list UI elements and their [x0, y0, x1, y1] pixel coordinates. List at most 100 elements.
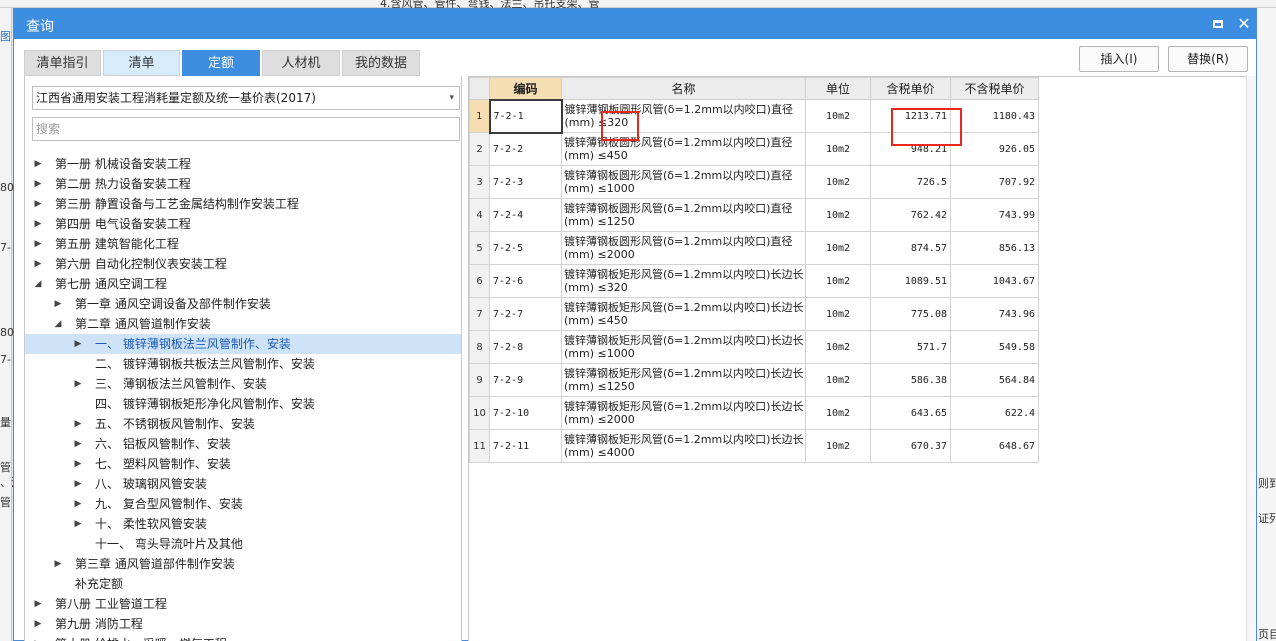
tree-item[interactable]: ▶ 一、 镀锌薄钢板法兰风管制作、安装	[25, 334, 461, 354]
table-row[interactable]: 6 7-2-6 镀锌薄钢板矩形风管(δ=1.2mm以内咬口)长边长(mm) ≤320…	[469, 264, 1039, 298]
tree-item[interactable]: ◢ 第二章 通风管道制作安装	[25, 314, 461, 334]
caret-right-icon[interactable]: ▶	[73, 414, 83, 434]
caret-right-icon[interactable]: ▶	[73, 434, 83, 454]
cell-code[interactable]: 7-2-9	[489, 363, 562, 397]
cell-unit[interactable]: 10m2	[805, 429, 871, 463]
cell-name[interactable]: 镀锌薄钢板矩形风管(δ=1.2mm以内咬口)长边长(mm) ≤2000	[561, 396, 806, 430]
cell-code[interactable]: 7-2-5	[489, 231, 562, 265]
tree-item[interactable]: ▶ 第一章 通风空调设备及部件制作安装	[25, 294, 461, 314]
cell-code[interactable]: 7-2-8	[489, 330, 562, 364]
column-header-tax-price[interactable]: 含税单价	[870, 77, 951, 100]
tab-my-data[interactable]: 我的数据	[342, 50, 420, 76]
cell-tax-price[interactable]: 586.38	[870, 363, 951, 397]
cell-unit[interactable]: 10m2	[805, 363, 871, 397]
cell-name[interactable]: 镀锌薄钢板圆形风管(δ=1.2mm以内咬口)直径(mm) ≤320	[561, 99, 806, 133]
cell-price[interactable]: 1180.43	[950, 99, 1039, 133]
cell-code[interactable]: 7-2-6	[489, 264, 562, 298]
cell-name[interactable]: 镀锌薄钢板矩形风管(δ=1.2mm以内咬口)长边长(mm) ≤1250	[561, 363, 806, 397]
row-number[interactable]: 4	[469, 198, 490, 232]
caret-down-icon[interactable]: ◢	[53, 314, 63, 334]
caret-right-icon[interactable]: ▶	[33, 594, 43, 614]
tree-item[interactable]: 四、 镀锌薄钢板矩形净化风管制作、安装	[25, 394, 461, 414]
cell-unit[interactable]: 10m2	[805, 330, 871, 364]
tree-item[interactable]: ▶ 第九册 消防工程	[25, 614, 461, 634]
row-number[interactable]: 1	[469, 99, 490, 133]
cell-name[interactable]: 镀锌薄钢板矩形风管(δ=1.2mm以内咬口)长边长(mm) ≤320	[561, 264, 806, 298]
caret-down-icon[interactable]: ◢	[33, 274, 43, 294]
tree-item[interactable]: ▶ 三、 薄钢板法兰风管制作、安装	[25, 374, 461, 394]
cell-unit[interactable]: 10m2	[805, 264, 871, 298]
close-button[interactable]: ✕	[1234, 14, 1254, 34]
table-row[interactable]: 9 7-2-9 镀锌薄钢板矩形风管(δ=1.2mm以内咬口)长边长(mm) ≤125…	[469, 363, 1039, 397]
tree-item[interactable]: ▶ 第三册 静置设备与工艺金属结构制作安装工程	[25, 194, 461, 214]
cell-unit[interactable]: 10m2	[805, 99, 871, 133]
tree-item[interactable]: ▶ 十、 柔性软风管安装	[25, 514, 461, 534]
cell-code[interactable]: 7-2-1	[488, 98, 563, 134]
caret-right-icon[interactable]: ▶	[33, 154, 43, 174]
cell-unit[interactable]: 10m2	[805, 132, 871, 166]
row-number[interactable]: 2	[469, 132, 490, 166]
cell-price[interactable]: 856.13	[950, 231, 1039, 265]
table-row[interactable]: 1 7-2-1 镀锌薄钢板圆形风管(δ=1.2mm以内咬口)直径(mm) ≤320 1…	[469, 98, 1039, 134]
cell-price[interactable]: 707.92	[950, 165, 1039, 199]
row-number[interactable]: 7	[469, 297, 490, 331]
cell-name[interactable]: 镀锌薄钢板圆形风管(δ=1.2mm以内咬口)直径(mm) ≤1250	[561, 198, 806, 232]
tree-item[interactable]: 补充定额	[25, 574, 461, 594]
cell-tax-price[interactable]: 948.21	[870, 132, 951, 166]
cell-price[interactable]: 743.99	[950, 198, 1039, 232]
row-number[interactable]: 11	[469, 429, 490, 463]
caret-right-icon[interactable]: ▶	[73, 334, 83, 354]
caret-right-icon[interactable]: ▶	[33, 174, 43, 194]
table-row[interactable]: 2 7-2-2 镀锌薄钢板圆形风管(δ=1.2mm以内咬口)直径(mm) ≤450 1…	[469, 132, 1039, 166]
cell-price[interactable]: 648.67	[950, 429, 1039, 463]
table-row[interactable]: 10 7-2-10 镀锌薄钢板矩形风管(δ=1.2mm以内咬口)长边长(mm) ≤2…	[469, 396, 1039, 430]
cell-tax-price[interactable]: 643.65	[870, 396, 951, 430]
cell-price[interactable]: 926.05	[950, 132, 1039, 166]
caret-right-icon[interactable]: ▶	[73, 474, 83, 494]
tree-item[interactable]: ▶ 五、 不锈钢板风管制作、安装	[25, 414, 461, 434]
replace-button[interactable]: 替换(R)	[1168, 46, 1248, 72]
tree-item[interactable]: ▶ 第五册 建筑智能化工程	[25, 234, 461, 254]
row-number[interactable]: 10	[469, 396, 490, 430]
caret-right-icon[interactable]: ▶	[53, 554, 63, 574]
tree-item[interactable]: ▶ 六、 铝板风管制作、安装	[25, 434, 461, 454]
tab-bill[interactable]: 清单	[103, 50, 180, 76]
table-row[interactable]: 8 7-2-8 镀锌薄钢板矩形风管(δ=1.2mm以内咬口)长边长(mm) ≤100…	[469, 330, 1039, 364]
cell-unit[interactable]: 10m2	[805, 396, 871, 430]
tree-item[interactable]: ▶ 九、 复合型风管制作、安装	[25, 494, 461, 514]
cell-price[interactable]: 622.4	[950, 396, 1039, 430]
table-row[interactable]: 11 7-2-11 镀锌薄钢板矩形风管(δ=1.2mm以内咬口)长边长(mm) ≤4…	[469, 429, 1039, 463]
caret-right-icon[interactable]: ▶	[73, 494, 83, 514]
caret-right-icon[interactable]: ▶	[33, 214, 43, 234]
tree-item[interactable]: ▶ 第三章 通风管道部件制作安装	[25, 554, 461, 574]
tree-item[interactable]: ▶ 七、 塑料风管制作、安装	[25, 454, 461, 474]
caret-right-icon[interactable]: ▶	[53, 294, 63, 314]
row-number[interactable]: 6	[469, 264, 490, 298]
cell-unit[interactable]: 10m2	[805, 198, 871, 232]
cell-code[interactable]: 7-2-2	[489, 132, 562, 166]
cell-name[interactable]: 镀锌薄钢板矩形风管(δ=1.2mm以内咬口)长边长(mm) ≤1000	[561, 330, 806, 364]
cell-tax-price[interactable]: 762.42	[870, 198, 951, 232]
cell-code[interactable]: 7-2-4	[489, 198, 562, 232]
cell-code[interactable]: 7-2-7	[489, 297, 562, 331]
caret-right-icon[interactable]: ▶	[73, 514, 83, 534]
vertical-scrollbar[interactable]	[1246, 76, 1256, 641]
caret-right-icon[interactable]: ▶	[33, 234, 43, 254]
cell-tax-price[interactable]: 726.5	[870, 165, 951, 199]
tree-item[interactable]: ▶ 第四册 电气设备安装工程	[25, 214, 461, 234]
tab-bill-guide[interactable]: 清单指引	[24, 50, 101, 76]
tab-quota[interactable]: 定额	[182, 50, 260, 76]
cell-name[interactable]: 镀锌薄钢板矩形风管(δ=1.2mm以内咬口)长边长(mm) ≤4000	[561, 429, 806, 463]
cell-name[interactable]: 镀锌薄钢板圆形风管(δ=1.2mm以内咬口)直径(mm) ≤1000	[561, 165, 806, 199]
tab-materials[interactable]: 人材机	[262, 50, 340, 76]
insert-button[interactable]: 插入(I)	[1079, 46, 1159, 72]
tree-item[interactable]: ◢ 第七册 通风空调工程	[25, 274, 461, 294]
cell-tax-price[interactable]: 874.57	[870, 231, 951, 265]
cell-tax-price[interactable]: 571.7	[870, 330, 951, 364]
caret-right-icon[interactable]: ▶	[73, 454, 83, 474]
cell-name[interactable]: 镀锌薄钢板圆形风管(δ=1.2mm以内咬口)直径(mm) ≤2000	[561, 231, 806, 265]
tree-item[interactable]: ▶ 第十册 给排水、采暖、燃气工程	[25, 634, 461, 641]
cell-unit[interactable]: 10m2	[805, 165, 871, 199]
maximize-button[interactable]	[1208, 14, 1228, 34]
library-select[interactable]: 江西省通用安装工程消耗量定额及统一基价表(2017) ▾	[32, 86, 460, 110]
